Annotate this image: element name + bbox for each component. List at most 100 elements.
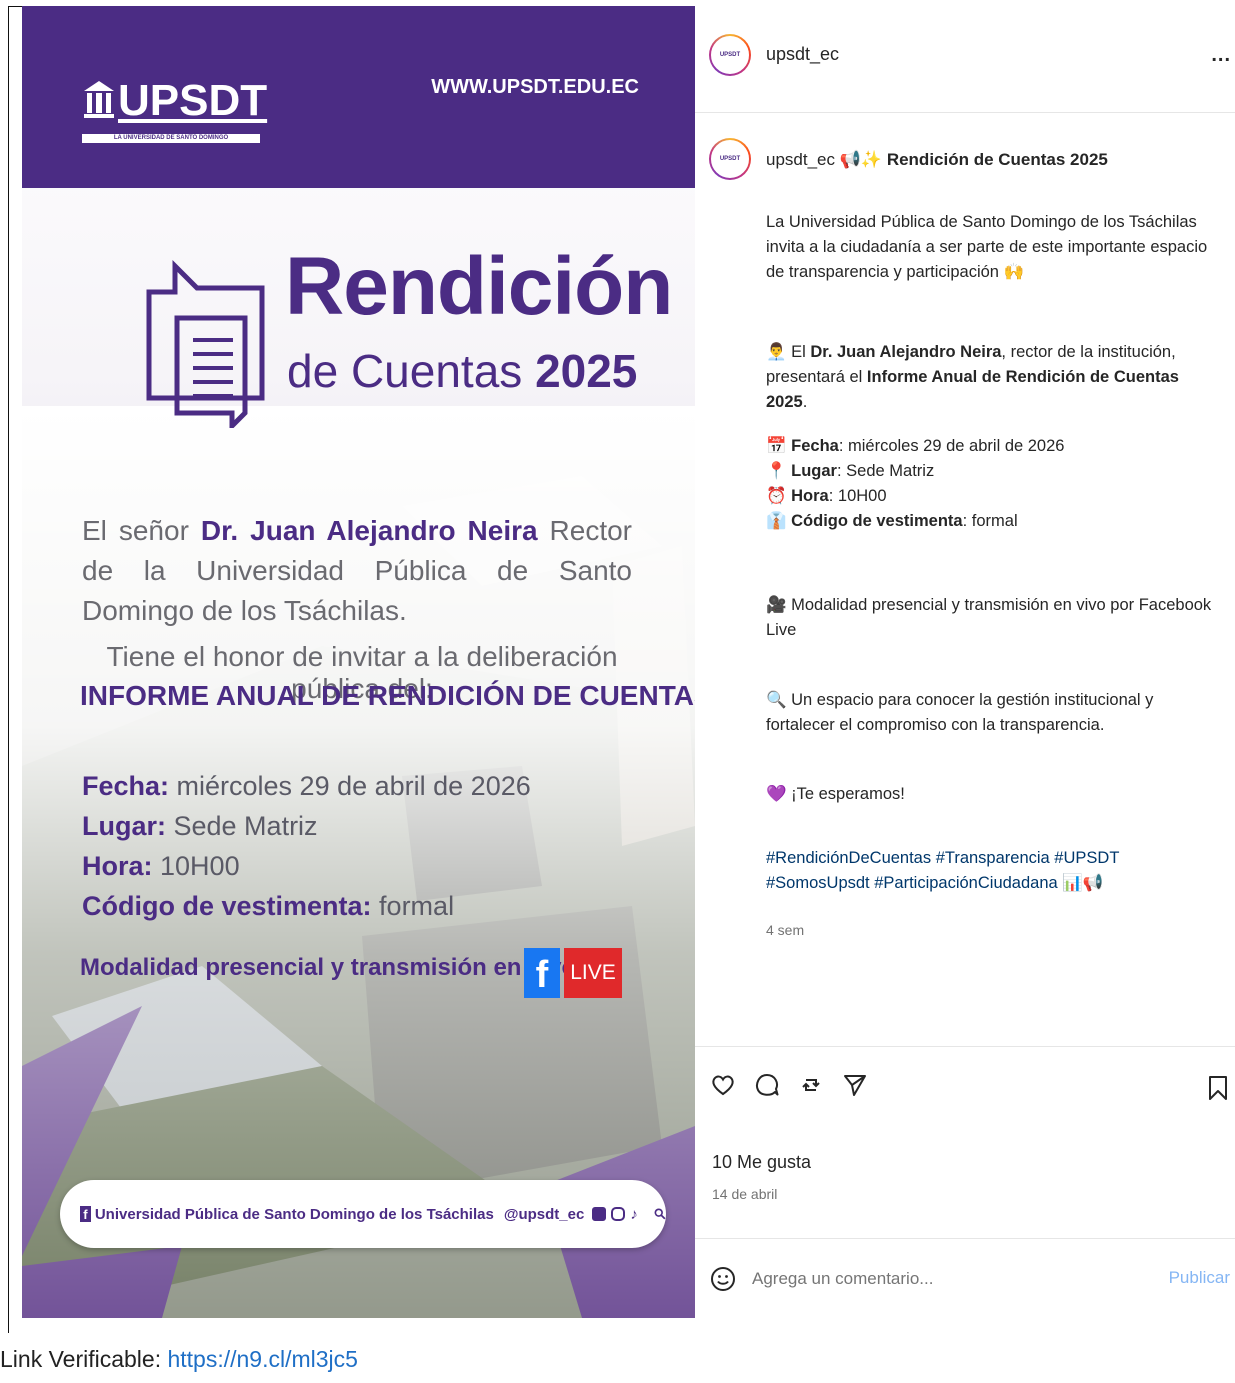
detail-key: Hora: [82,851,153,881]
logo-text: UPSDT [118,76,268,125]
post-date: 14 de abril [712,1186,778,1202]
caption-paragraph-1: La Universidad Pública de Santo Domingo … [766,213,1208,281]
comment-icon[interactable] [754,1072,780,1098]
comment-input[interactable] [752,1269,1132,1289]
social-icons: ♪ [592,1206,638,1223]
caption-paragraph-2: 👨‍💼 El Dr. Juan Alejandro Neira, rector … [766,340,1221,415]
detail-value: : 10H00 [828,487,887,505]
poster-title-block: Rendición de Cuentas 2025 [137,246,673,428]
avatar-text: UPSDT [719,156,741,162]
detail-key: Lugar: [82,811,166,841]
post-image[interactable]: UPSDT LA UNIVERSIDAD DE SANTO DOMINGO WW… [22,6,695,1318]
invitation-paragraph: El señor Dr. Juan Alejandro Neira Rector… [82,511,632,631]
poster-subtitle: de Cuentas 2025 [287,348,637,394]
invite-name: Dr. Juan Alejandro Neira [200,515,538,546]
caption-avatar[interactable]: UPSDT [709,138,751,180]
caption-paragraph-5: 🔍 Un espacio para conocer la gestión ins… [766,691,1154,734]
detail-key: Hora [791,487,829,505]
detail-fecha: Fecha: miércoles 29 de abril de 2026 [82,766,531,806]
avatar-text: UPSDT [719,52,741,58]
detail-value: : Sede Matriz [836,462,935,480]
comment-row: Publicar [710,1264,1230,1294]
repost-icon[interactable] [798,1072,824,1098]
document-chat-icon [146,259,265,428]
facebook-live-badge: f LIVE [524,948,622,998]
detail-value: : formal [962,512,1018,530]
caption-title-emoji: 📢✨ [839,150,883,169]
caption-detail-vestimenta: 👔 Código de vestimenta: formal [766,509,1221,534]
bookmark-icon[interactable] [1207,1075,1229,1101]
footer-university-name: Universidad Pública de Santo Domingo de … [94,1205,494,1223]
tie-icon: 👔 [766,512,787,530]
caption-details: 📅 Fecha: miércoles 29 de abril de 2026 📍… [766,434,1221,534]
tiktok-icon: ♪ [630,1205,638,1223]
publish-button[interactable]: Publicar [1169,1268,1230,1288]
instagram-post-panel: UPSDT upsdt_ec ... UPSDT upsdt_ec 📢✨ Ren… [695,6,1235,1333]
poster-footer-bar: f Universidad Pública de Santo Domingo d… [60,1180,666,1248]
poster-subtitle-year: 2025 [535,345,638,397]
invite-prefix: El señor [82,515,201,546]
divider [695,1046,1235,1047]
detail-vestimenta: Código de vestimenta: formal [82,886,531,926]
detail-hora: Hora: 10H00 [82,846,531,886]
footer-handle: @upsdt_ec [503,1205,585,1223]
person-emoji: 👨‍💼 [766,343,787,361]
hashtag-links[interactable]: #RendiciónDeCuentas #Transparencia #UPSD… [766,849,1119,892]
logo-tagline: LA UNIVERSIDAD DE SANTO DOMINGO [82,134,260,143]
detail-value: Sede Matriz [166,811,318,841]
search-icon [654,1208,666,1220]
caption-paragraph-6: 💜 ¡Te esperamos! [766,785,905,803]
caption-detail-lugar: 📍 Lugar: Sede Matriz [766,459,1221,484]
likes-count[interactable]: 10 Me gusta [712,1152,811,1173]
detail-value: formal [371,891,455,921]
share-icon[interactable] [842,1072,868,1098]
caption-hashtags[interactable]: #RendiciónDeCuentas #Transparencia #UPSD… [766,846,1221,896]
heart-icon[interactable] [710,1072,736,1098]
facebook-small-icon: f [80,1206,91,1222]
post-actions [710,1072,868,1098]
detail-key: Código de vestimenta [791,512,963,530]
caption-title: Rendición de Cuentas 2025 [886,150,1108,169]
caption-detail-fecha: 📅 Fecha: miércoles 29 de abril de 2026 [766,434,1221,459]
detail-value: miércoles 29 de abril de 2026 [169,771,531,801]
facebook-icon: f [524,948,560,998]
divider [695,112,1235,113]
caption-text: El [786,343,811,361]
caption-header: upsdt_ec 📢✨ Rendición de Cuentas 2025 [766,147,1221,172]
calendar-icon: 📅 [766,437,787,455]
poster-title: Rendición [285,241,673,332]
upsdt-logo: UPSDT LA UNIVERSIDAD DE SANTO DOMINGO [82,76,268,143]
live-label: LIVE [564,948,622,998]
avatar-inner: UPSDT [711,36,749,74]
profile-avatar[interactable]: UPSDT [709,34,751,76]
detail-key: Código de vestimenta: [82,891,372,921]
divider [695,1238,1235,1239]
detail-lugar: Lugar: Sede Matriz [82,806,531,846]
emoji-icon[interactable] [710,1266,736,1292]
link-label: Link Verificable: [0,1346,168,1372]
detail-key: Fecha [791,437,839,455]
university-building-icon [84,81,114,118]
header-username[interactable]: upsdt_ec [766,44,839,65]
caption-text: . [802,393,808,411]
report-title: INFORME ANUAL DE RENDICIÓN DE CUENTAS 20… [80,680,695,711]
caption-time: 4 sem [766,922,805,938]
event-details: Fecha: miércoles 29 de abril de 2026 Lug… [82,766,531,926]
avatar-inner: UPSDT [711,140,749,178]
pin-icon: 📍 [766,462,787,480]
website-url: WWW.UPSDT.EDU.EC [431,76,639,98]
caption-username[interactable]: upsdt_ec [766,150,835,169]
caption-detail-hora: ⏰ Hora: 10H00 [766,484,1221,509]
detail-value: 10H00 [152,851,240,881]
verifiable-link[interactable]: https://n9.cl/ml3jc5 [167,1346,357,1372]
poster-header-band: UPSDT LA UNIVERSIDAD DE SANTO DOMINGO WW… [22,6,695,188]
more-options-button[interactable]: ... [1211,44,1231,67]
detail-key: Lugar [791,462,837,480]
instagram-icon [611,1207,626,1221]
verifiable-link-line: Link Verificable: https://n9.cl/ml3jc5 [0,1346,358,1373]
detail-value: : miércoles 29 de abril de 2026 [838,437,1065,455]
youtube-icon [592,1207,607,1221]
alarm-clock-icon: ⏰ [766,487,787,505]
caption-rector-name: Dr. Juan Alejandro Neira [810,343,1002,361]
detail-key: Fecha: [82,771,170,801]
